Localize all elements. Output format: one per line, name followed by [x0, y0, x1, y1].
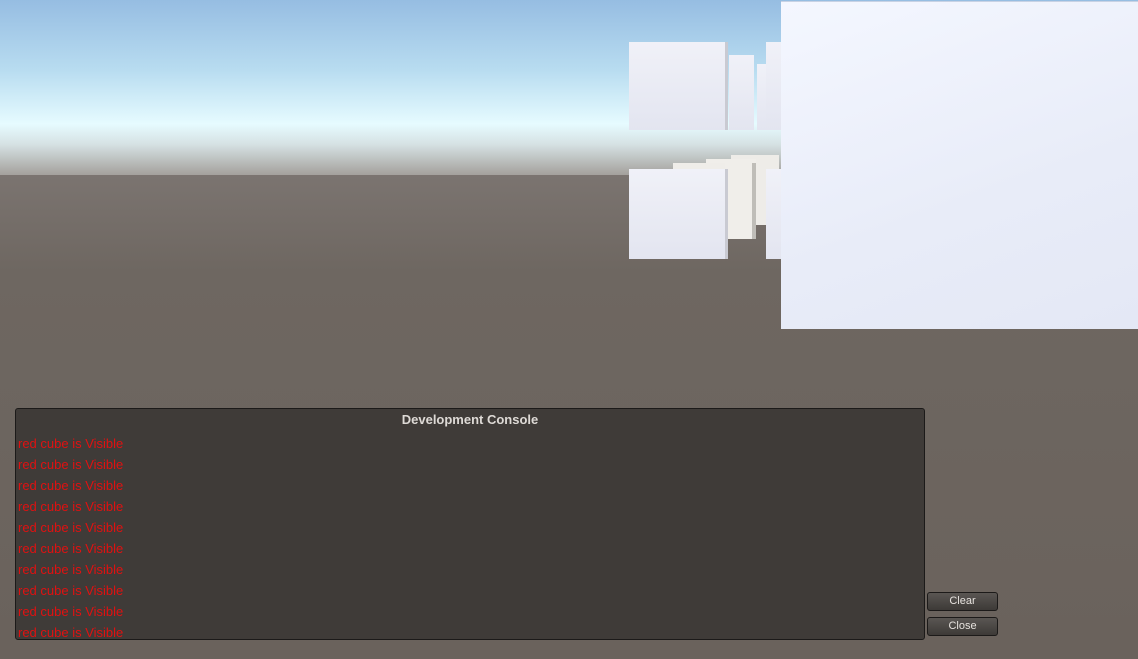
log-line: red cube is Visible [18, 520, 124, 535]
console-log[interactable]: red cube is Visible red cube is Visible … [18, 433, 123, 643]
log-line: red cube is Visible [18, 457, 124, 472]
cube-upper-1 [629, 42, 725, 130]
cube-lower-1 [629, 169, 725, 259]
cube-upper-2 [729, 55, 754, 130]
cube-upper-4 [766, 42, 781, 130]
cube-upper-1-side [725, 42, 728, 130]
log-line: red cube is Visible [18, 478, 124, 493]
log-line: red cube is Visible [18, 499, 124, 514]
development-console: Development Console red cube is Visible … [15, 408, 925, 640]
log-line: red cube is Visible [18, 604, 124, 619]
cube-foreground [781, 1, 1138, 329]
log-line: red cube is Visible [18, 625, 124, 640]
log-line: red cube is Visible [18, 436, 124, 451]
close-button[interactable]: Close [927, 617, 998, 636]
console-title: Development Console [401, 412, 539, 427]
cube-lower-2 [766, 169, 781, 259]
cube-upper-3 [757, 64, 766, 130]
log-line: red cube is Visible [18, 562, 124, 577]
cube-lower-1-side [725, 169, 728, 259]
log-line: red cube is Visible [18, 541, 124, 556]
clear-button[interactable]: Clear [927, 592, 998, 611]
log-line: red cube is Visible [18, 583, 124, 598]
cube-back-2-side [752, 163, 756, 239]
